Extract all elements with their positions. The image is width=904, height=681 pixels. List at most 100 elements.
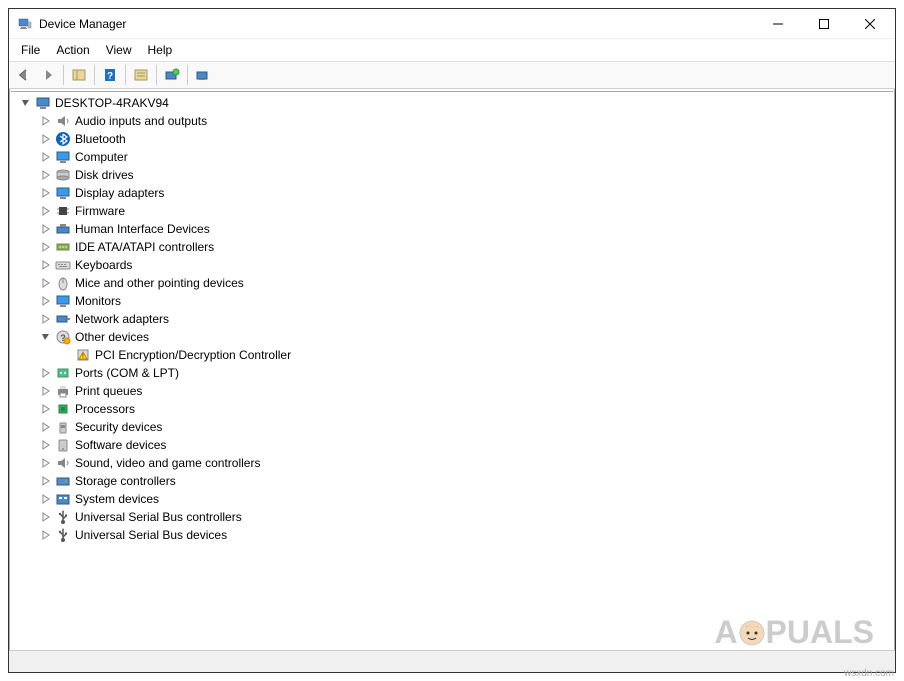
expander-closed-icon[interactable] bbox=[39, 456, 53, 470]
tree-node[interactable]: Display adapters bbox=[11, 184, 893, 202]
tree-node[interactable]: IDE ATA/ATAPI controllers bbox=[11, 238, 893, 256]
menu-help[interactable]: Help bbox=[140, 41, 181, 59]
expander-closed-icon[interactable] bbox=[39, 312, 53, 326]
tree-node[interactable]: Computer bbox=[11, 148, 893, 166]
tree-node[interactable]: Firmware bbox=[11, 202, 893, 220]
tree-node-label: Sound, video and game controllers bbox=[75, 456, 260, 470]
tree-node[interactable]: ?Other devices bbox=[11, 328, 893, 346]
tree-node[interactable]: Keyboards bbox=[11, 256, 893, 274]
expander-closed-icon[interactable] bbox=[39, 132, 53, 146]
expander-closed-icon[interactable] bbox=[39, 168, 53, 182]
device-tree[interactable]: DESKTOP-4RAKV94 Audio inputs and outputs B… bbox=[11, 91, 893, 648]
expander-closed-icon[interactable] bbox=[39, 294, 53, 308]
tree-node[interactable]: Security devices bbox=[11, 418, 893, 436]
forward-button[interactable] bbox=[37, 64, 59, 86]
tree-node-label: Firmware bbox=[75, 204, 125, 218]
show-hide-console-tree-button[interactable] bbox=[68, 64, 90, 86]
tree-node[interactable]: Universal Serial Bus controllers bbox=[11, 508, 893, 526]
monitor-blue-icon bbox=[55, 185, 71, 201]
expander-open-icon[interactable] bbox=[39, 330, 53, 344]
credit-text: wsxdn.com bbox=[844, 668, 894, 679]
tree-node[interactable]: Universal Serial Bus devices bbox=[11, 526, 893, 544]
tree-node[interactable]: Network adapters bbox=[11, 310, 893, 328]
tree-node[interactable]: Sound, video and game controllers bbox=[11, 454, 893, 472]
tree-node-label: Computer bbox=[75, 150, 128, 164]
bluetooth-icon bbox=[55, 131, 71, 147]
tree-node[interactable]: Disk drives bbox=[11, 166, 893, 184]
tree-node[interactable]: Mice and other pointing devices bbox=[11, 274, 893, 292]
menu-file[interactable]: File bbox=[13, 41, 48, 59]
help-button[interactable]: ? bbox=[99, 64, 121, 86]
hid-icon bbox=[55, 221, 71, 237]
window-title: Device Manager bbox=[39, 17, 755, 31]
speaker-icon bbox=[55, 113, 71, 129]
expander-closed-icon[interactable] bbox=[39, 510, 53, 524]
tree-node[interactable]: Ports (COM & LPT) bbox=[11, 364, 893, 382]
menu-action[interactable]: Action bbox=[48, 41, 97, 59]
toolbar-separator bbox=[63, 65, 64, 85]
tree-node-label: PCI Encryption/Decryption Controller bbox=[95, 348, 291, 362]
mouse-icon bbox=[55, 275, 71, 291]
expander-closed-icon[interactable] bbox=[39, 528, 53, 542]
tree-node[interactable]: Processors bbox=[11, 400, 893, 418]
security-icon bbox=[55, 419, 71, 435]
expander-closed-icon[interactable] bbox=[39, 150, 53, 164]
expander-closed-icon[interactable] bbox=[39, 438, 53, 452]
tree-node-label: Monitors bbox=[75, 294, 121, 308]
menu-view[interactable]: View bbox=[98, 41, 140, 59]
title-bar: Device Manager bbox=[9, 9, 895, 39]
tree-node-label: Processors bbox=[75, 402, 135, 416]
tree-node[interactable]: Monitors bbox=[11, 292, 893, 310]
tree-node[interactable]: Human Interface Devices bbox=[11, 220, 893, 238]
tree-node-label: Mice and other pointing devices bbox=[75, 276, 244, 290]
expander-closed-icon[interactable] bbox=[39, 204, 53, 218]
expander-closed-icon[interactable] bbox=[39, 474, 53, 488]
expander-closed-icon[interactable] bbox=[39, 384, 53, 398]
tree-node[interactable]: System devices bbox=[11, 490, 893, 508]
tree-node[interactable]: Audio inputs and outputs bbox=[11, 112, 893, 130]
cpu-icon bbox=[55, 401, 71, 417]
tree-node-label: Bluetooth bbox=[75, 132, 126, 146]
system-icon bbox=[55, 491, 71, 507]
tree-node[interactable]: !PCI Encryption/Decryption Controller bbox=[11, 346, 893, 364]
minimize-button[interactable] bbox=[755, 9, 801, 39]
expander-closed-icon[interactable] bbox=[39, 402, 53, 416]
close-button[interactable] bbox=[847, 9, 893, 39]
port-icon bbox=[55, 365, 71, 381]
monitor-blue-icon bbox=[55, 293, 71, 309]
scan-hardware-button[interactable] bbox=[161, 64, 183, 86]
expander-open-icon[interactable] bbox=[19, 96, 33, 110]
expander-closed-icon[interactable] bbox=[39, 420, 53, 434]
expander-closed-icon[interactable] bbox=[39, 276, 53, 290]
unknown-icon: ? bbox=[55, 329, 71, 345]
chip-icon bbox=[55, 203, 71, 219]
tree-node[interactable]: Software devices bbox=[11, 436, 893, 454]
app-icon bbox=[17, 16, 33, 32]
maximize-button[interactable] bbox=[801, 9, 847, 39]
tree-node-label: Human Interface Devices bbox=[75, 222, 210, 236]
disk-icon bbox=[55, 167, 71, 183]
tree-node[interactable]: DESKTOP-4RAKV94 bbox=[11, 94, 893, 112]
toolbar-separator bbox=[156, 65, 157, 85]
add-legacy-hardware-button[interactable] bbox=[192, 64, 214, 86]
tree-node-label: DESKTOP-4RAKV94 bbox=[55, 96, 169, 110]
expander-closed-icon[interactable] bbox=[39, 222, 53, 236]
expander-closed-icon[interactable] bbox=[39, 258, 53, 272]
expander-closed-icon[interactable] bbox=[39, 492, 53, 506]
tree-node[interactable]: Storage controllers bbox=[11, 472, 893, 490]
tree-node-label: Audio inputs and outputs bbox=[75, 114, 207, 128]
expander-closed-icon[interactable] bbox=[39, 366, 53, 380]
expander-closed-icon[interactable] bbox=[39, 240, 53, 254]
expander-closed-icon[interactable] bbox=[39, 114, 53, 128]
back-button[interactable] bbox=[13, 64, 35, 86]
tree-node-label: System devices bbox=[75, 492, 159, 506]
expander-closed-icon[interactable] bbox=[39, 186, 53, 200]
tree-node[interactable]: Bluetooth bbox=[11, 130, 893, 148]
tree-node-label: Security devices bbox=[75, 420, 162, 434]
toolbar: ? bbox=[9, 61, 895, 89]
properties-button[interactable] bbox=[130, 64, 152, 86]
tree-node[interactable]: Print queues bbox=[11, 382, 893, 400]
ide-icon bbox=[55, 239, 71, 255]
tree-node-label: Display adapters bbox=[75, 186, 164, 200]
tree-node-label: Software devices bbox=[75, 438, 166, 452]
